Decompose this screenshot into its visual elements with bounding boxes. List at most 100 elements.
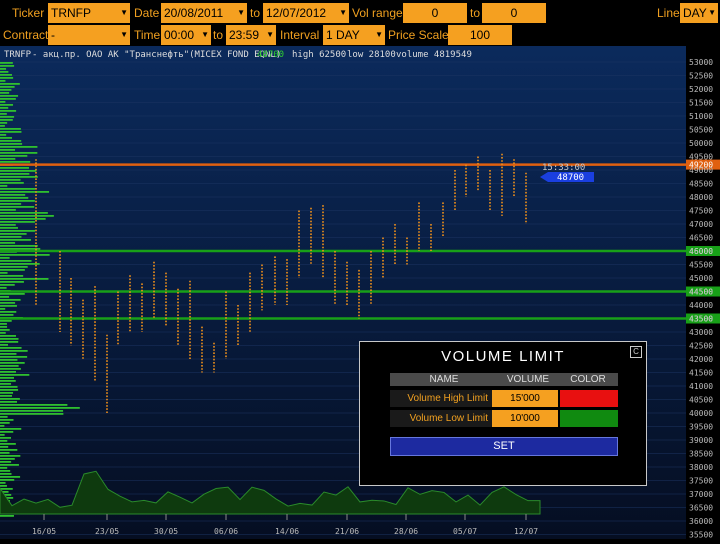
time-to-input[interactable]: 23:59 ▼ <box>226 25 276 45</box>
y-tick-label: 36000 <box>689 517 713 526</box>
contract-label: Contract <box>3 28 49 42</box>
time-from-input[interactable]: 00:00 ▼ <box>161 25 211 45</box>
volume-profile-bar <box>0 461 12 463</box>
column-header-name: NAME <box>390 373 498 386</box>
vol-from-input[interactable]: 0 <box>403 3 467 23</box>
y-tick-label: 43500 <box>689 315 713 324</box>
volume-profile-bar <box>0 362 25 364</box>
last-price-label: 48700 <box>557 173 584 183</box>
volume-profile-bar <box>0 467 8 469</box>
high-limit-input[interactable]: 15'000 <box>492 390 558 407</box>
volume-profile-bar <box>0 464 19 466</box>
x-tick-label: 12/07 <box>514 527 538 536</box>
volume-profile-bar <box>0 182 24 184</box>
volume-profile-bar <box>0 416 8 418</box>
volume-profile-bar <box>0 260 32 262</box>
volume-profile-bar <box>0 281 24 283</box>
volume-profile-bar <box>0 209 16 211</box>
volume-profile-bar <box>0 74 12 76</box>
line-select[interactable]: DAY ▼ <box>680 3 718 23</box>
contract-select[interactable]: - ▼ <box>48 25 130 45</box>
dropdown-arrow-icon: ▼ <box>237 8 245 17</box>
dropdown-arrow-icon: ▼ <box>266 30 274 39</box>
x-tick-label: 23/05 <box>95 527 119 536</box>
volume-profile-bar <box>0 257 10 259</box>
column-header-color: COLOR <box>558 373 618 386</box>
volume-profile-bar <box>0 446 9 448</box>
volume-profile-bar <box>0 95 19 97</box>
volume-profile-bar <box>0 116 15 118</box>
volume-profile-bar <box>0 335 16 337</box>
volume-profile-bar <box>0 278 49 280</box>
y-tick-label: 41000 <box>689 382 713 391</box>
interval-select[interactable]: 1 DAY ▼ <box>323 25 385 45</box>
volume-profile-bar <box>0 215 54 217</box>
volume-profile-bar <box>0 341 19 343</box>
row-high-name: Volume High Limit <box>390 390 492 407</box>
volume-profile-bar <box>0 170 37 172</box>
volume-profile-bar <box>0 68 7 70</box>
volume-profile-bar <box>0 101 6 103</box>
volume-profile-bar <box>0 206 35 208</box>
volume-profile-bar <box>0 83 20 85</box>
volume-profile-bar <box>0 197 29 199</box>
dropdown-arrow-icon: ▼ <box>339 8 347 17</box>
y-tick-label: 38500 <box>689 450 713 459</box>
volume-profile-bar <box>0 263 40 265</box>
volume-profile-bar <box>0 359 18 361</box>
x-tick-label: 21/06 <box>335 527 359 536</box>
info-last-price: 48700 <box>257 50 284 60</box>
volume-profile-bar <box>0 329 10 331</box>
y-tick-label: 40000 <box>689 409 713 418</box>
volume-profile-bar <box>0 131 22 133</box>
volume-profile-bar <box>0 413 64 415</box>
y-tick-label: 49000 <box>689 166 713 175</box>
toolbar-top: Ticker TRNFP ▼ Date 20/08/2011 ▼ to 12/07/… <box>0 2 720 24</box>
volume-profile-bar <box>0 470 11 472</box>
volume-profile-bar <box>0 233 27 235</box>
y-tick-label: 36500 <box>689 504 713 513</box>
volume-profile-bar <box>0 425 5 427</box>
volume-profile-bar <box>0 476 21 478</box>
volume-profile-bar <box>0 191 50 193</box>
y-tick-label: 47000 <box>689 220 713 229</box>
volume-profile-bar <box>0 389 19 391</box>
volume-profile-bar <box>0 137 12 139</box>
close-button[interactable]: C <box>630 346 642 358</box>
price-scale-input[interactable]: 100 <box>448 25 512 45</box>
volume-profile-bar <box>0 314 14 316</box>
high-limit-color-swatch[interactable] <box>560 390 618 407</box>
low-limit-color-swatch[interactable] <box>560 410 618 427</box>
low-limit-input[interactable]: 10'000 <box>492 410 558 427</box>
ticker-select[interactable]: TRNFP ▼ <box>48 3 130 23</box>
volume-profile-bar <box>0 407 80 409</box>
info-symbol: TRNFP <box>4 50 32 60</box>
volume-profile-bar <box>0 455 21 457</box>
y-tick-label: 51500 <box>689 99 713 108</box>
set-button[interactable]: SET <box>390 437 618 456</box>
volume-profile-bar <box>0 173 30 175</box>
volume-profile-bar <box>0 374 30 376</box>
y-tick-label: 44000 <box>689 301 713 310</box>
volume-profile-bar <box>0 143 23 145</box>
vol-to-input[interactable]: 0 <box>482 3 546 23</box>
dropdown-arrow-icon: ▼ <box>201 30 209 39</box>
volume-profile-bar <box>0 431 14 433</box>
row-low-name: Volume Low Limit <box>390 410 492 427</box>
volume-profile-bar <box>0 80 6 82</box>
volume-profile-bar <box>0 458 15 460</box>
volume-profile-bar <box>0 395 12 397</box>
volume-profile-bar <box>0 269 25 271</box>
volume-profile-bar <box>0 380 16 382</box>
volume-profile-bar <box>0 296 10 298</box>
volume-profile-bar <box>0 308 6 310</box>
date-from-input[interactable]: 20/08/2011 ▼ <box>161 3 247 23</box>
volume-profile-bar <box>0 386 18 388</box>
volume-profile-bar <box>0 98 16 100</box>
y-tick-label: 48500 <box>689 180 713 189</box>
volume-profile-bar <box>0 326 8 328</box>
date-to-input[interactable]: 12/07/2012 ▼ <box>263 3 349 23</box>
volume-profile-bar <box>0 350 28 352</box>
volume-profile-bar <box>0 410 64 412</box>
volume-profile-bar <box>0 152 38 154</box>
